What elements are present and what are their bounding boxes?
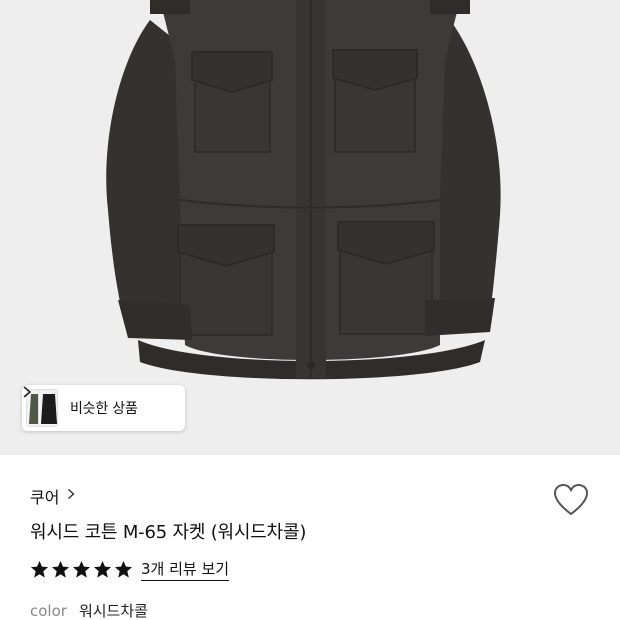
view-reviews-link[interactable]: 3개 리뷰 보기: [141, 558, 230, 581]
star-icon: [30, 560, 49, 578]
color-label: color: [30, 601, 67, 620]
star-icon: [114, 560, 133, 578]
brand-link[interactable]: 쿠어: [30, 484, 75, 508]
star-icon: [72, 560, 91, 578]
color-info: color 워시드차콜: [30, 600, 148, 620]
black-jacket-thumb: [38, 389, 58, 427]
color-value: 워시드차콜: [78, 602, 148, 620]
star-icon: [51, 560, 70, 578]
chevron-right-icon: [67, 488, 75, 504]
rating-row: 3개 리뷰 보기: [30, 558, 230, 581]
brand-name: 쿠어: [30, 488, 60, 507]
rating-stars: [30, 560, 133, 579]
product-hero-image[interactable]: 비슷한 상품: [0, 0, 620, 455]
wishlist-heart-icon[interactable]: [553, 483, 589, 517]
product-title: 워시드 코튼 M-65 자켓 (워시드차콜): [30, 522, 307, 543]
similar-products-button[interactable]: 비슷한 상품: [22, 385, 185, 431]
star-icon: [93, 560, 112, 578]
similar-products-label: 비슷한 상품: [70, 401, 138, 417]
